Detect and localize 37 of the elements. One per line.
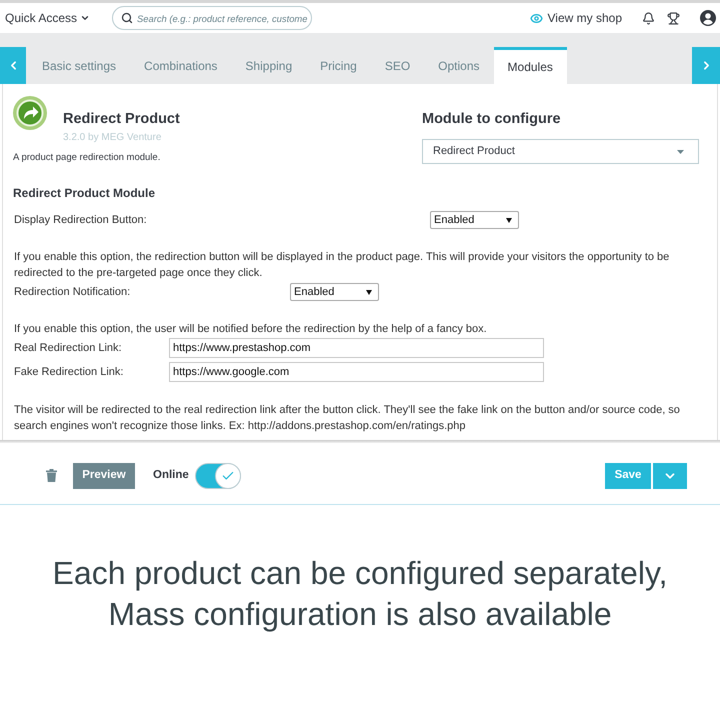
view-shop-link[interactable]: View my shop xyxy=(530,9,622,27)
trash-icon[interactable] xyxy=(46,469,57,482)
caret-icon xyxy=(677,150,684,154)
module-version: 3.2.0 by MEG Venture xyxy=(63,131,162,145)
module-description: A product page redirection module. xyxy=(13,151,162,165)
tab[interactable]: Modules xyxy=(494,47,567,84)
caret-icon xyxy=(506,218,512,222)
bell-icon[interactable] xyxy=(642,12,655,24)
caption-text: Each product can be configured separately, Mass configuration is also available xyxy=(52,554,668,634)
help-text: If you enable this option, the user will be notified before the redirection by the help of a fancy box. xyxy=(14,322,488,337)
module-title: Redirect Product xyxy=(63,110,180,129)
dropdown[interactable]: Enabled xyxy=(430,211,519,229)
module-dropdown[interactable]: Redirect Product xyxy=(422,139,699,164)
caret-icon xyxy=(80,13,90,23)
caret-icon xyxy=(366,290,372,294)
eye-icon xyxy=(530,12,543,24)
field-label: Fake Redirection Link: xyxy=(14,365,124,380)
help-text: The visitor will be redirected to the real redirection link after the button click. They'll see the fake link on the button and/or source code, so search engines won't recognize those links. Ex: http://addons.prestashop.com/en/ratings.php xyxy=(14,403,681,434)
help-text: If you enable this option, the redirection button will be displayed in the product page. This will provide your visitors the opportunity to be redirected to the pre-targeted page once they click. xyxy=(14,250,670,281)
save-options-button[interactable] xyxy=(653,462,687,488)
search-field[interactable]: Search (e.g.: product reference, custome xyxy=(112,6,312,30)
online-toggle[interactable] xyxy=(194,462,241,488)
dropdown[interactable]: Enabled xyxy=(290,283,379,301)
field-label: Display Redirection Button: xyxy=(14,213,148,228)
quick-access-menu[interactable]: Quick Access xyxy=(5,9,90,27)
field-label: Redirection Notification: xyxy=(14,285,132,300)
field-label: Real Redirection Link: xyxy=(14,341,123,356)
settings-title: Redirect Product Module xyxy=(13,185,156,201)
trophy-icon[interactable] xyxy=(667,12,680,24)
module-logo-icon xyxy=(13,96,47,130)
search-icon xyxy=(121,12,134,24)
text-field[interactable]: https://www.google.com xyxy=(169,362,544,382)
online-label: Online xyxy=(153,468,189,483)
text-field[interactable]: https://www.prestashop.com xyxy=(169,338,544,358)
preview-button[interactable]: Preview xyxy=(73,462,135,488)
user-icon[interactable] xyxy=(700,10,716,26)
section-title: Module to configure xyxy=(422,110,562,129)
